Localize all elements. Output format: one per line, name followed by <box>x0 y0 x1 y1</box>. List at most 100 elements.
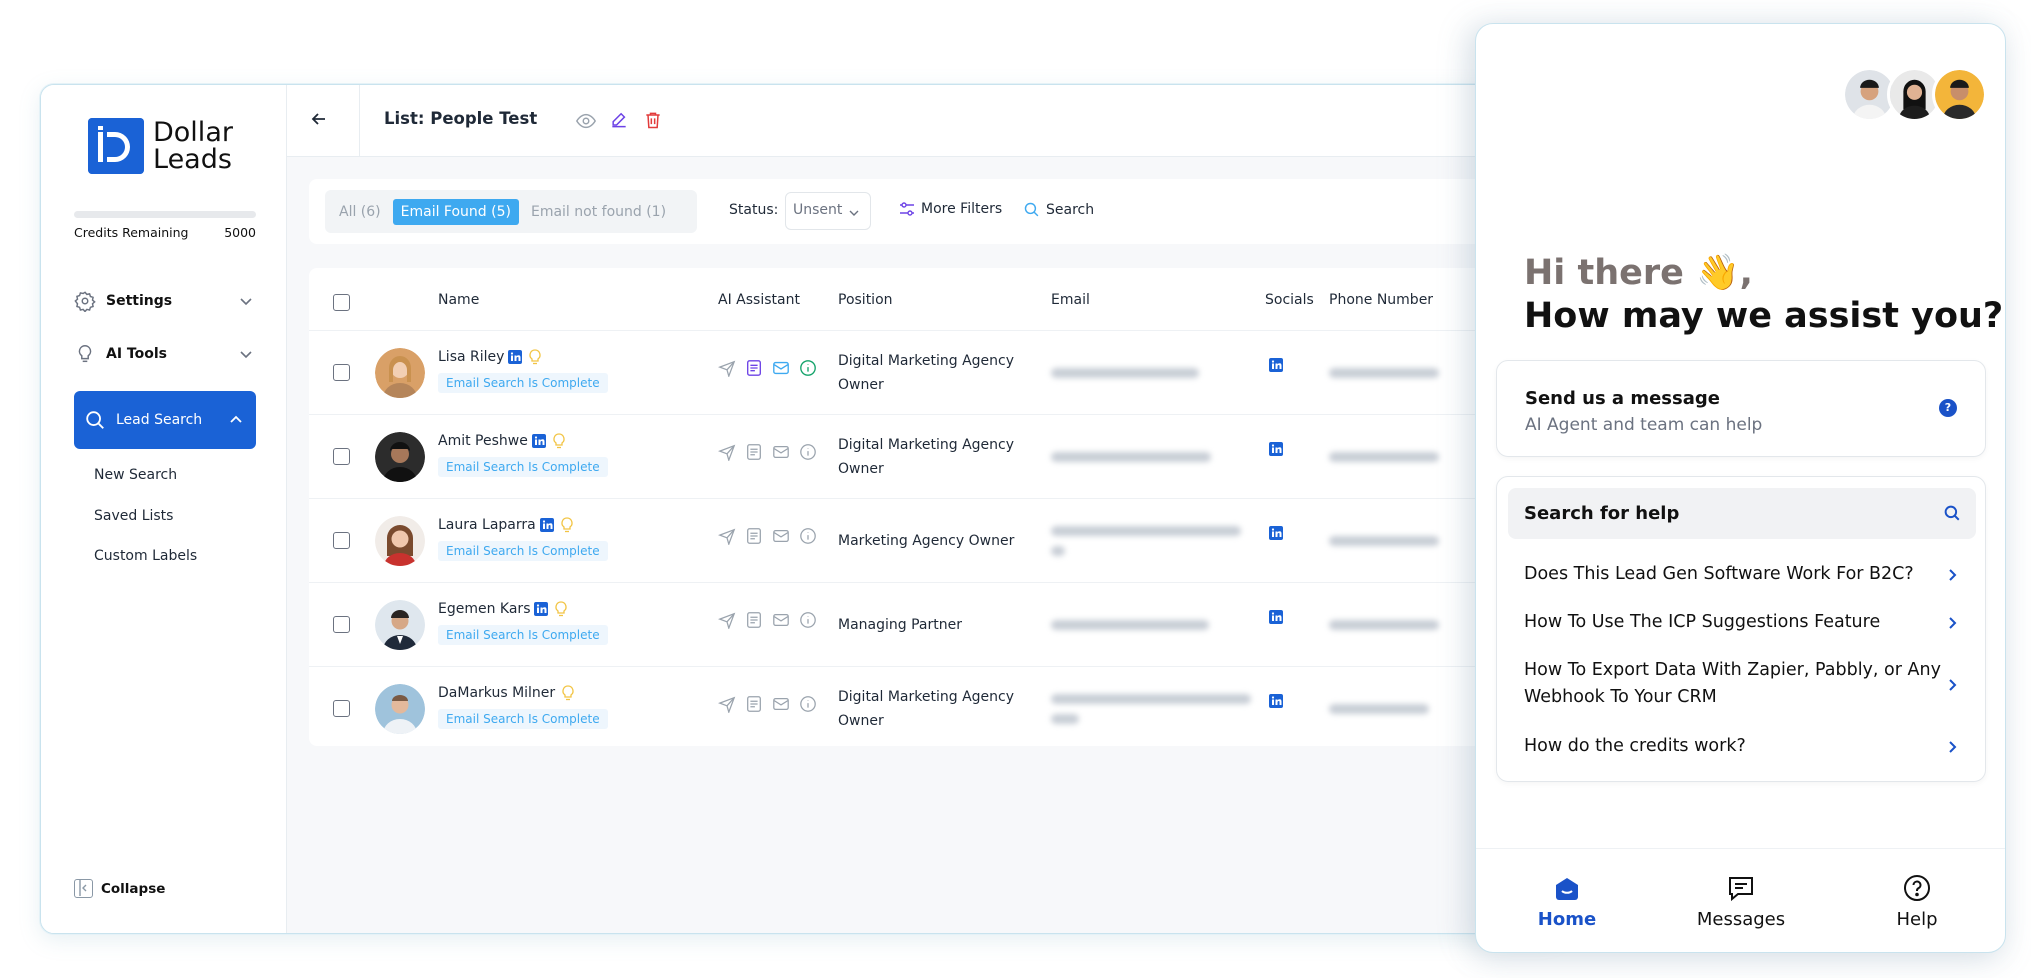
trash-icon[interactable] <box>643 110 663 130</box>
person-name[interactable]: Laura Laparra <box>438 517 574 533</box>
more-filters-button[interactable]: More Filters <box>899 201 1002 217</box>
linkedin-icon[interactable] <box>1269 526 1283 540</box>
position-cell: Digital Marketing Agency Owner <box>838 685 1033 733</box>
mail-icon[interactable] <box>772 527 790 545</box>
widget-tab-label: Help <box>1896 909 1938 930</box>
faq-item[interactable]: How do the credits work? <box>1524 733 1944 760</box>
avatar <box>375 432 425 482</box>
info-icon[interactable] <box>799 359 817 377</box>
edit-pencil-icon[interactable] <box>609 110 629 130</box>
send-message-card[interactable]: Send us a message AI Agent and team can … <box>1496 360 1986 457</box>
info-icon[interactable] <box>799 443 817 461</box>
search-button[interactable]: Search <box>1023 201 1094 218</box>
send-icon[interactable] <box>718 611 736 629</box>
column-header-email[interactable]: Email <box>1051 292 1090 308</box>
column-header-position[interactable]: Position <box>838 292 893 308</box>
sidebar-item-label: AI Tools <box>106 346 167 362</box>
help-search-input[interactable]: Search for help <box>1508 488 1976 539</box>
credits-label: Credits Remaining <box>74 225 189 240</box>
person-name-text: Lisa Riley <box>438 349 505 365</box>
position-cell: Digital Marketing Agency Owner <box>838 349 1033 397</box>
table-row[interactable]: Amit Peshwe Email Search Is Complete Dig… <box>309 414 1559 498</box>
avatar <box>375 348 425 398</box>
position-line-2: Owner <box>838 713 884 729</box>
row-checkbox[interactable] <box>333 700 350 717</box>
mail-icon[interactable] <box>772 611 790 629</box>
phone-redacted <box>1329 536 1439 546</box>
tab-email-found[interactable]: Email Found (5) <box>392 198 519 225</box>
main-content: All (6) Email Found (5) Email not found … <box>287 157 1559 933</box>
faq-item[interactable]: Does This Lead Gen Software Work For B2C… <box>1524 561 1944 588</box>
tab-all[interactable]: All (6) <box>331 199 389 225</box>
info-icon[interactable] <box>799 695 817 713</box>
row-checkbox[interactable] <box>333 532 350 549</box>
table-row[interactable]: DaMarkus Milner Email Search Is Complete… <box>309 666 1559 750</box>
row-checkbox[interactable] <box>333 448 350 465</box>
send-icon[interactable] <box>718 695 736 713</box>
status-badge: Email Search Is Complete <box>438 457 608 477</box>
document-icon[interactable] <box>745 443 763 461</box>
linkedin-icon[interactable] <box>1269 442 1283 456</box>
sidebar-subitem-custom-labels[interactable]: Custom Labels <box>94 548 197 564</box>
column-header-socials[interactable]: Socials <box>1265 292 1314 308</box>
position-line-1: Digital Marketing Agency <box>838 353 1015 369</box>
credits-value: 5000 <box>224 225 256 240</box>
position-line-1: Digital Marketing Agency <box>838 689 1015 705</box>
send-icon[interactable] <box>718 443 736 461</box>
sidebar-item-settings[interactable]: Settings <box>74 281 256 321</box>
person-name[interactable]: DaMarkus Milner <box>438 685 575 701</box>
eye-icon[interactable] <box>575 110 597 132</box>
position-line-2: Owner <box>838 461 884 477</box>
person-name[interactable]: Amit Peshwe <box>438 433 566 449</box>
info-icon[interactable] <box>799 527 817 545</box>
table-row[interactable]: Laura Laparra Email Search Is Complete M… <box>309 498 1559 582</box>
status-select[interactable]: Unsent <box>785 192 871 230</box>
person-name[interactable]: Lisa Riley <box>438 349 542 365</box>
sidebar-subitem-saved-lists[interactable]: Saved Lists <box>94 508 173 524</box>
mail-icon[interactable] <box>772 443 790 461</box>
linkedin-badge-icon <box>508 350 523 364</box>
faq-item[interactable]: How To Use The ICP Suggestions Feature <box>1524 609 1944 636</box>
mail-icon[interactable] <box>772 359 790 377</box>
back-arrow-icon[interactable] <box>309 109 329 129</box>
linkedin-icon[interactable] <box>1269 358 1283 372</box>
status-badge: Email Search Is Complete <box>438 541 608 561</box>
faq-item[interactable]: How To Export Data With Zapier, Pabbly, … <box>1524 657 1944 711</box>
brand-logo[interactable]: Dollar Leads <box>88 118 233 174</box>
sidebar-item-ai-tools[interactable]: AI Tools <box>74 334 256 374</box>
person-name[interactable]: Egemen Kars <box>438 601 568 617</box>
send-icon[interactable] <box>718 359 736 377</box>
linkedin-icon[interactable] <box>1269 610 1283 624</box>
document-icon[interactable] <box>745 695 763 713</box>
avatar <box>375 516 425 566</box>
column-header-name[interactable]: Name <box>438 292 479 308</box>
row-checkbox[interactable] <box>333 364 350 381</box>
column-header-phone[interactable]: Phone Number <box>1329 292 1433 308</box>
chevron-down-icon <box>240 351 252 359</box>
widget-tab-messages[interactable]: Messages <box>1671 873 1811 930</box>
email-redacted <box>1051 714 1079 724</box>
table-row[interactable]: Lisa Riley Email Search Is Complete Digi… <box>309 330 1559 414</box>
table-row[interactable]: Egemen Kars Email Search Is Complete Man… <box>309 582 1559 666</box>
widget-tab-home[interactable]: Home <box>1497 873 1637 930</box>
select-all-checkbox[interactable] <box>333 294 350 311</box>
person-name-text: DaMarkus Milner <box>438 685 556 701</box>
logo-icon <box>88 118 144 174</box>
document-icon[interactable] <box>745 527 763 545</box>
widget-tab-help[interactable]: Help <box>1847 873 1987 930</box>
sidebar-subitem-new-search[interactable]: New Search <box>94 467 177 483</box>
status-label: Status: <box>729 202 779 218</box>
row-checkbox[interactable] <box>333 616 350 633</box>
linkedin-icon[interactable] <box>1269 694 1283 708</box>
tab-email-not-found[interactable]: Email not found (1) <box>523 199 674 225</box>
info-icon[interactable] <box>799 611 817 629</box>
mail-icon[interactable] <box>772 695 790 713</box>
document-icon[interactable] <box>745 359 763 377</box>
column-header-ai-assistant[interactable]: AI Assistant <box>718 292 800 308</box>
send-icon[interactable] <box>718 527 736 545</box>
greeting-heading: Hi there 👋, <box>1524 253 1753 293</box>
sidebar-item-lead-search[interactable]: Lead Search <box>74 391 256 449</box>
collapse-button[interactable]: Collapse <box>74 879 165 898</box>
document-icon[interactable] <box>745 611 763 629</box>
sidebar-item-label: Settings <box>106 293 173 309</box>
